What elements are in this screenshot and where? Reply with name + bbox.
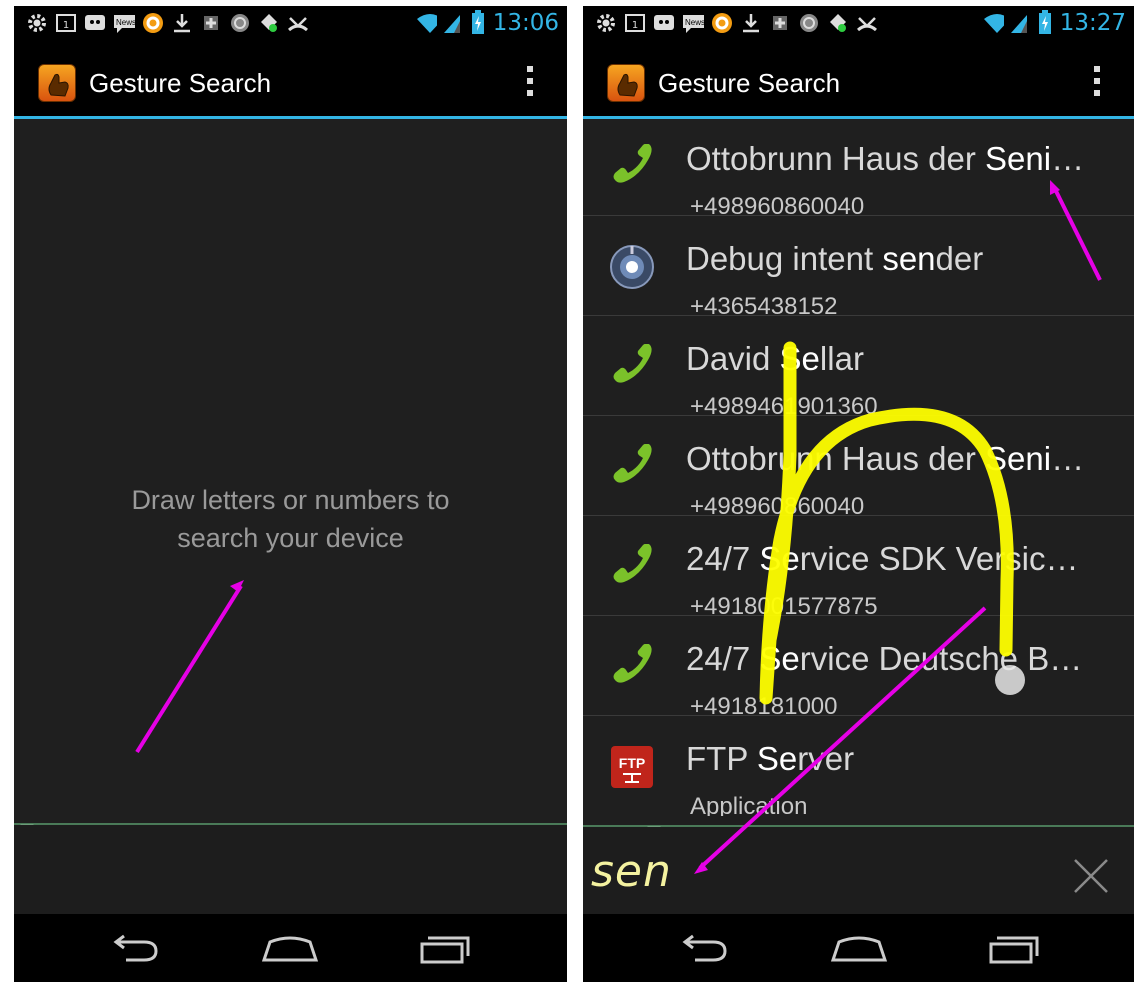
recent-apps-button[interactable] [985,928,1045,968]
result-detail: +4989461901360 [690,393,878,416]
result-name: 24/7 Service SDK Versic… [686,540,1079,577]
battery-icon [467,10,489,34]
recent-apps-button[interactable] [416,928,476,968]
phone-icon [609,643,655,690]
home-button[interactable] [829,928,889,968]
news-icon: News [682,12,704,34]
download-icon [740,12,762,34]
result-name: David Sellar [686,340,864,377]
overflow-menu-icon[interactable] [1092,66,1102,100]
action-bar: Gesture Search [583,44,1134,116]
battery-icon [1034,10,1056,34]
calendar-icon: 1 [624,12,646,34]
sync-icon [229,12,251,34]
result-detail: +4365438152 [690,293,838,316]
wifi-icon [982,12,1004,34]
vpn-icon [258,12,280,34]
result-name: Ottobrunn Haus der Seni… [686,440,1085,477]
empty-state-message: Draw letters or numbers to search your d… [14,481,567,557]
result-detail: +498960860040 [690,193,865,216]
overflow-menu-icon[interactable] [525,66,535,100]
debug-intent-icon [609,244,655,290]
gesture-search-app-icon [607,64,645,102]
back-button[interactable] [106,928,166,968]
calendar-icon: 1 [55,12,77,34]
result-name: FTP Server [686,740,855,777]
signal-icon [1008,12,1030,34]
result-detail: +4918001577875 [690,593,878,616]
svg-text:1: 1 [63,20,69,31]
app-title: Gesture Search [89,68,272,98]
result-row[interactable]: 24/7 Service Deutsche B… +4918181000 [583,616,1134,716]
sync-icon [798,12,820,34]
result-row[interactable]: David Sellar +4989461901360 [583,316,1134,416]
empty-message-line-1: Draw letters or numbers to [131,485,450,515]
result-detail: Application [690,793,808,816]
phone-icon [609,143,655,190]
gesture-input-area[interactable] [14,825,567,914]
phone-icon [609,443,655,490]
action-bar-divider [14,116,567,119]
result-row[interactable]: Ottobrunn Haus der Seni… +498960860040 [583,416,1134,516]
result-detail: +498960860040 [690,493,865,516]
clear-search-button[interactable] [1071,856,1111,896]
messenger-icon [84,12,106,34]
app-title: Gesture Search [658,68,841,98]
orange-app-icon [711,12,733,34]
settings-icon [595,12,617,34]
result-name: 24/7 Service Deutsche B… [686,640,1083,677]
action-bar: Gesture Search [14,44,567,116]
search-query: sen [591,846,672,897]
result-row[interactable]: 24/7 Service SDK Versic… +4918001577875 [583,516,1134,616]
navigation-bar [14,914,567,982]
puzzle-icon [200,12,222,34]
status-time: 13:27 [1059,10,1126,36]
home-button[interactable] [260,928,320,968]
svg-text:News: News [116,18,135,27]
news-icon: News [113,12,135,34]
ftp-icon: FTP [609,744,655,790]
phone-screen-left: 1 News 13:06 Gesture Search Draw letters… [14,6,567,982]
gesture-search-app-icon [38,64,76,102]
missed-call-icon [287,12,309,34]
missed-call-icon [856,12,878,34]
result-name: Debug intent sender [686,240,984,277]
phone-icon [609,543,655,590]
messenger-icon [653,12,675,34]
status-bar: 1 News [583,6,1134,44]
status-bar: 1 News [14,6,567,44]
vpn-icon [827,12,849,34]
result-name: Ottobrunn Haus der Seni… [686,140,1085,177]
back-button[interactable] [675,928,735,968]
wifi-icon [415,12,437,34]
settings-icon [26,12,48,34]
result-row[interactable]: FTP FTP Server Application [583,716,1134,816]
status-time: 13:06 [492,10,559,36]
phone-screen-right: 1 News 13:27 Gesture Search Ottobrunn Ha… [583,6,1134,982]
orange-app-icon [142,12,164,34]
svg-text:FTP: FTP [619,755,645,771]
signal-icon [441,12,463,34]
result-row[interactable]: Debug intent sender +4365438152 [583,216,1134,316]
download-icon [171,12,193,34]
result-detail: +4918181000 [690,693,838,716]
svg-text:News: News [685,18,704,27]
phone-icon [609,343,655,390]
result-row[interactable]: Ottobrunn Haus der Seni… +498960860040 [583,116,1134,216]
puzzle-icon [769,12,791,34]
navigation-bar [583,914,1134,982]
svg-text:1: 1 [632,20,638,31]
empty-message-line-2: search your device [177,523,404,553]
